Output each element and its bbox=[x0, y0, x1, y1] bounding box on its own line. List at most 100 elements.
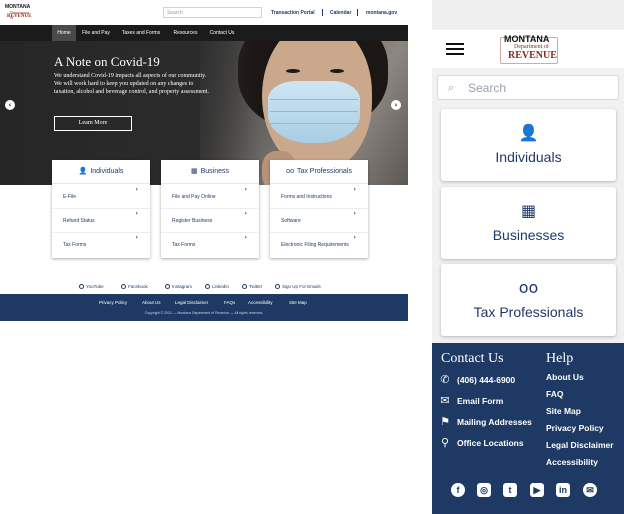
linkedin-icon bbox=[205, 284, 210, 289]
person-icon: 👤 bbox=[78, 168, 88, 175]
chevron-right-icon: › bbox=[353, 210, 356, 217]
nav-resources[interactable]: Resources bbox=[168, 25, 203, 41]
carousel-next-icon[interactable]: › bbox=[391, 100, 401, 110]
help-about-us[interactable]: About Us bbox=[546, 372, 584, 382]
linkedin-link[interactable]: LinkedIn bbox=[205, 284, 229, 289]
search-placeholder: Search bbox=[468, 81, 507, 95]
card-link-electronic-filing[interactable]: Electronic Filing Requirements › bbox=[270, 234, 368, 257]
mask-pleat bbox=[270, 123, 358, 124]
mobile-status-area bbox=[432, 0, 624, 30]
link-divider bbox=[322, 9, 323, 16]
hero-photo-mask bbox=[268, 81, 360, 143]
help-accessibility[interactable]: Accessibility bbox=[546, 457, 598, 467]
contact-mailing-addresses[interactable]: ⚑ Mailing Addresses bbox=[438, 415, 532, 428]
card-link-label: Forms and Instructions bbox=[281, 194, 332, 200]
email-signup-link[interactable]: Sign Up For Emails bbox=[275, 284, 321, 289]
transaction-portal-link[interactable]: Transaction Portal bbox=[271, 10, 315, 16]
nav-contact-us[interactable]: Contact Us bbox=[205, 25, 239, 41]
card-link-tax-forms[interactable]: Tax Forms › bbox=[52, 234, 150, 257]
email-signup-icon[interactable]: ✉ bbox=[583, 483, 597, 497]
card-individuals-header[interactable]: 👤 Individuals bbox=[52, 160, 150, 184]
chevron-right-icon: › bbox=[244, 186, 247, 193]
nav-taxes-and-forms[interactable]: Taxes and Forms bbox=[118, 25, 164, 41]
twitter-link[interactable]: Twitter bbox=[242, 284, 262, 289]
chevron-right-icon: › bbox=[135, 186, 138, 193]
footer-privacy-policy[interactable]: Privacy Policy bbox=[99, 300, 127, 305]
site-logo[interactable]: MONTANA Department of REVENUE bbox=[4, 4, 32, 21]
youtube-icon[interactable]: ▶ bbox=[530, 483, 544, 497]
chevron-right-icon: › bbox=[135, 210, 138, 217]
montana-gov-link[interactable]: montana.gov bbox=[366, 10, 397, 16]
hamburger-menu-icon[interactable] bbox=[446, 43, 464, 55]
twitter-icon[interactable]: t bbox=[503, 483, 517, 497]
facebook-icon bbox=[121, 284, 126, 289]
carousel-prev-icon[interactable]: ‹ bbox=[5, 100, 15, 110]
card-link-register-business[interactable]: Register Business › bbox=[161, 210, 259, 233]
mask-pleat bbox=[270, 99, 358, 100]
location-pin-icon: ⚲ bbox=[440, 436, 450, 449]
site-logo[interactable]: MONTANA Department of REVENUE bbox=[500, 34, 558, 66]
help-site-map[interactable]: Site Map bbox=[546, 406, 581, 416]
instagram-icon[interactable]: ◎ bbox=[477, 483, 491, 497]
search-icon: ⌕ bbox=[448, 81, 455, 94]
chevron-right-icon: › bbox=[244, 210, 247, 217]
chevron-right-icon: › bbox=[244, 234, 247, 241]
youtube-link[interactable]: YouTube bbox=[79, 284, 104, 289]
card-link-tax-forms[interactable]: Tax Forms › bbox=[161, 234, 259, 257]
card-link-label: Tax Forms bbox=[172, 242, 196, 248]
desktop-view: MONTANA Department of REVENUE Search Tra… bbox=[0, 0, 408, 514]
main-nav: Home File and Pay Taxes and Forms Resour… bbox=[0, 25, 408, 41]
contact-label: Mailing Addresses bbox=[457, 417, 532, 427]
footer-accessibility[interactable]: Accessibility bbox=[248, 300, 273, 305]
card-link-file-and-pay-online[interactable]: File and Pay Online › bbox=[161, 186, 259, 209]
email-signup-icon bbox=[275, 284, 280, 289]
hero-photo-eye bbox=[330, 69, 344, 73]
glasses-icon: oo bbox=[518, 278, 539, 297]
card-link-e-file[interactable]: E-File › bbox=[52, 186, 150, 209]
footer-site-map[interactable]: Site Map bbox=[289, 300, 307, 305]
nav-home[interactable]: Home bbox=[52, 25, 76, 41]
card-business: ▦ Business File and Pay Online › Register … bbox=[161, 160, 259, 258]
social-label: LinkedIn bbox=[212, 284, 230, 289]
phone-icon: ✆ bbox=[440, 373, 450, 386]
contact-heading: Contact Us bbox=[441, 351, 504, 366]
facebook-icon[interactable]: f bbox=[451, 483, 465, 497]
card-link-refund-status[interactable]: Refund Status › bbox=[52, 210, 150, 233]
card-title: Tax Professionals bbox=[296, 168, 352, 175]
learn-more-button[interactable]: Learn More bbox=[54, 116, 132, 131]
help-privacy-policy[interactable]: Privacy Policy bbox=[546, 423, 604, 433]
person-icon: 👤 bbox=[518, 123, 539, 142]
search-input[interactable]: ⌕ Search bbox=[437, 75, 619, 100]
linkedin-icon[interactable]: in bbox=[556, 483, 570, 497]
footer-faqs[interactable]: FAQs bbox=[224, 300, 235, 305]
instagram-link[interactable]: Instagram bbox=[165, 284, 192, 289]
card-tax-professionals-header[interactable]: oo Tax Professionals bbox=[270, 160, 368, 184]
twitter-icon bbox=[242, 284, 247, 289]
calendar-link[interactable]: Calendar bbox=[330, 10, 351, 16]
building-icon: ▦ bbox=[520, 201, 537, 220]
logo-line-3: REVENUE bbox=[7, 14, 32, 19]
card-title: Individuals bbox=[90, 168, 124, 175]
card-individuals[interactable]: 👤 Individuals bbox=[441, 109, 616, 181]
help-legal-disclaimer[interactable]: Legal Disclaimer bbox=[546, 440, 614, 450]
card-tax-professionals[interactable]: oo Tax Professionals bbox=[441, 264, 616, 336]
contact-office-locations[interactable]: ⚲ Office Locations bbox=[438, 436, 524, 449]
help-faq[interactable]: FAQ bbox=[546, 389, 563, 399]
card-businesses[interactable]: ▦ Businesses bbox=[441, 187, 616, 259]
facebook-link[interactable]: Facebook bbox=[121, 284, 148, 289]
card-business-header[interactable]: ▦ Business bbox=[161, 160, 259, 184]
social-label: YouTube bbox=[86, 284, 104, 289]
contact-email-form[interactable]: ✉ Email Form bbox=[438, 394, 503, 407]
contact-phone[interactable]: ✆ (406) 444-6900 bbox=[438, 373, 515, 386]
footer-legal-disclaimer[interactable]: Legal Disclaimer bbox=[175, 300, 208, 305]
card-link-label: E-File bbox=[63, 194, 77, 200]
search-input[interactable]: Search bbox=[163, 7, 262, 18]
footer-about-us[interactable]: About Us bbox=[142, 300, 161, 305]
mask-pleat bbox=[270, 111, 358, 112]
card-link-software[interactable]: Software › bbox=[270, 210, 368, 233]
contact-label: Office Locations bbox=[457, 438, 524, 448]
card-link-label: File and Pay Online bbox=[172, 194, 216, 200]
card-link-forms-and-instructions[interactable]: Forms and Instructions › bbox=[270, 186, 368, 209]
copyright: Copyright © 2021 — Montana Department of… bbox=[144, 311, 264, 315]
nav-file-and-pay[interactable]: File and Pay bbox=[78, 25, 114, 41]
